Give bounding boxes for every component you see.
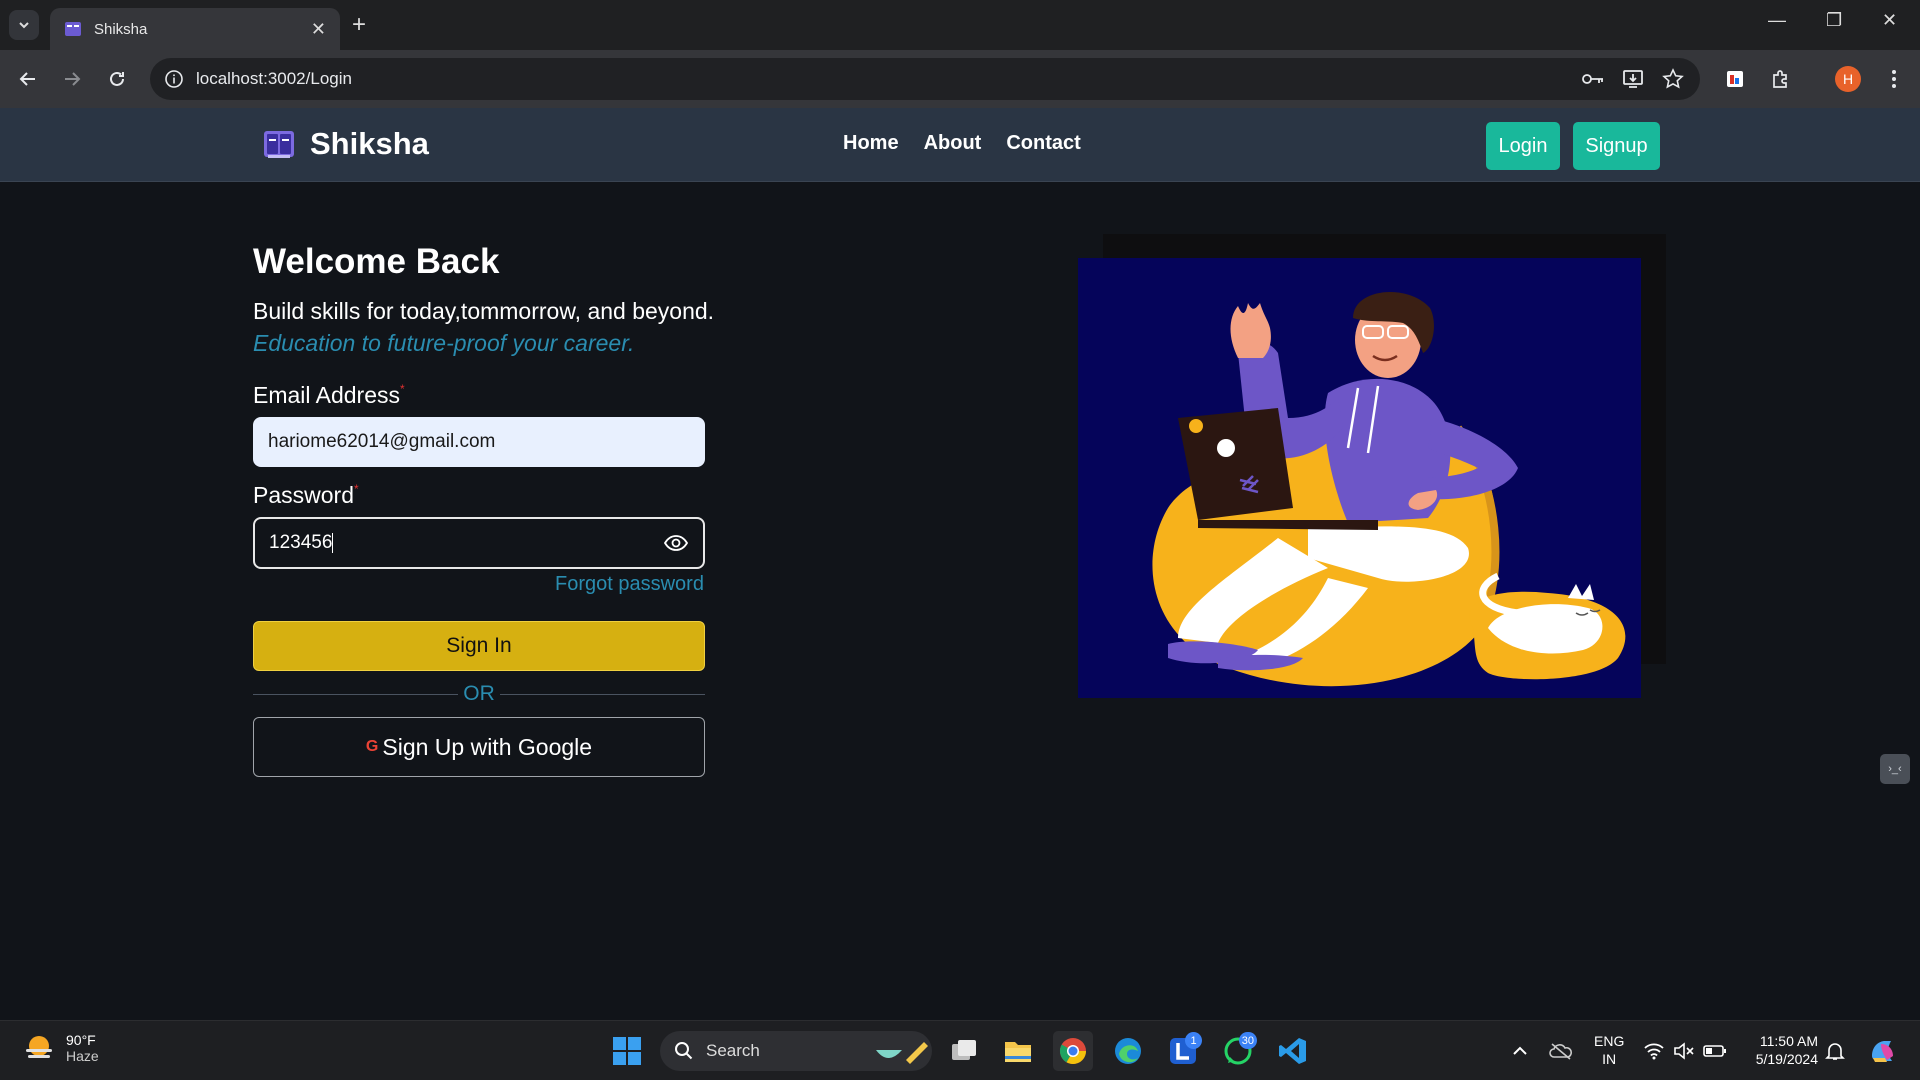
profile-avatar[interactable]: H: [1833, 64, 1863, 94]
password-text: 123456: [269, 532, 333, 553]
tab-search-button[interactable]: [9, 10, 39, 40]
copilot-icon[interactable]: [1862, 1031, 1902, 1071]
language-indicator[interactable]: ENG IN: [1594, 1032, 1624, 1068]
email-field[interactable]: hariome62014@gmail.com: [253, 417, 705, 467]
text-caret: [332, 532, 334, 553]
battery-icon[interactable]: [1695, 1031, 1735, 1071]
nav-home-link[interactable]: Home: [843, 132, 899, 155]
file-explorer-icon[interactable]: [998, 1031, 1038, 1071]
login-button[interactable]: Login: [1486, 122, 1560, 170]
search-icon: [675, 1042, 693, 1060]
side-panel-toggle[interactable]: ›_‹: [1880, 754, 1910, 784]
back-button[interactable]: [13, 64, 43, 94]
onedrive-icon[interactable]: [1541, 1031, 1581, 1071]
weather-text: 90°F Haze: [66, 1032, 99, 1064]
weather-widget[interactable]: 90°F Haze: [22, 1031, 99, 1065]
subtitle: Build skills for today,tommorrow, and be…: [253, 298, 715, 324]
divider-line: [499, 693, 705, 695]
puzzle-extensions-icon[interactable]: [1766, 64, 1796, 94]
install-app-icon[interactable]: [1620, 66, 1646, 92]
notification-badge: 30: [1238, 1032, 1257, 1049]
search-label: Search: [706, 1041, 760, 1060]
divider-line: [253, 693, 459, 695]
site-navbar: Shiksha Home About Contact Login Signup: [0, 108, 1920, 182]
signup-button[interactable]: Signup: [1573, 122, 1660, 170]
nav-links: Home About Contact: [843, 132, 1081, 155]
required-mark: *: [353, 482, 359, 496]
student-on-beanbag-illustration: [1152, 291, 1626, 687]
eye-icon[interactable]: [663, 530, 689, 556]
book-logo-icon: [264, 131, 294, 158]
brand-name: Shiksha: [310, 126, 429, 161]
google-icon: G: [365, 738, 379, 755]
forward-button[interactable]: [57, 64, 87, 94]
site-info-icon[interactable]: [164, 69, 184, 89]
reload-button[interactable]: [102, 64, 132, 94]
browser-tab[interactable]: Shiksha ✕: [50, 8, 340, 50]
tab-title: Shiksha: [94, 20, 148, 38]
sign-in-button[interactable]: Sign In: [253, 621, 705, 671]
windows-logo-icon: [613, 1037, 641, 1065]
chrome-icon[interactable]: [1053, 1031, 1093, 1071]
password-field[interactable]: 123456: [253, 517, 705, 569]
extension-icon[interactable]: [1720, 64, 1750, 94]
notification-bell-icon[interactable]: [1815, 1031, 1855, 1071]
tagline: Education to future-proof your career.: [253, 330, 635, 356]
arrow-left-icon: [19, 72, 35, 86]
google-signup-label: Sign Up with Google: [382, 733, 593, 760]
tab-close-icon[interactable]: ✕: [311, 19, 326, 40]
vscode-icon[interactable]: [1273, 1031, 1313, 1071]
profile-initial: H: [1835, 66, 1861, 92]
close-window-button[interactable]: ✕: [1882, 10, 1897, 31]
haze-sun-icon: [26, 1036, 52, 1058]
browser-tab-bar: Shiksha ✕ + — ❐ ✕: [0, 0, 1920, 50]
password-key-icon[interactable]: [1580, 66, 1606, 92]
browser-toolbar: localhost:3002/Login H: [0, 50, 1920, 108]
arrow-right-icon: [65, 72, 81, 86]
l-app-icon[interactable]: 1: [1163, 1031, 1203, 1071]
google-signup-button[interactable]: G Sign Up with Google: [253, 717, 705, 777]
start-button[interactable]: [607, 1031, 647, 1071]
browser-menu-icon[interactable]: [1879, 64, 1909, 94]
chevron-down-icon: [19, 22, 29, 29]
or-text: OR: [463, 682, 495, 705]
windows-taskbar: 90°F Haze Search 1 30 ENG IN 11:50 AM 5/…: [0, 1020, 1920, 1080]
email-label: Email Address*: [253, 382, 405, 409]
email-label-text: Email Address: [253, 382, 401, 408]
notification-badge: 1: [1185, 1032, 1202, 1049]
minimize-button[interactable]: —: [1768, 10, 1786, 31]
region-code: IN: [1602, 1051, 1617, 1067]
brand[interactable]: Shiksha: [262, 126, 429, 162]
password-label-text: Password: [253, 482, 354, 508]
url-text[interactable]: localhost:3002/Login: [196, 69, 1580, 89]
whatsapp-icon[interactable]: 30: [1218, 1031, 1258, 1071]
show-hidden-icons[interactable]: [1500, 1031, 1540, 1071]
clock[interactable]: 11:50 AM 5/19/2024: [1742, 1032, 1818, 1068]
book-favicon-icon: [65, 22, 81, 36]
temperature: 90°F: [66, 1032, 96, 1048]
nav-contact-link[interactable]: Contact: [1006, 132, 1080, 155]
login-page: Welcome Back Build skills for today,tomm…: [0, 182, 1920, 1020]
restore-button[interactable]: ❐: [1826, 10, 1842, 31]
date-text: 5/19/2024: [1755, 1051, 1818, 1067]
page-title: Welcome Back: [253, 242, 500, 281]
search-highlight-icon: [876, 1042, 928, 1064]
time-text: 11:50 AM: [1759, 1033, 1818, 1049]
hero-illustration: [1078, 258, 1641, 698]
language-code: ENG: [1594, 1033, 1625, 1049]
reload-icon: [110, 71, 124, 86]
task-view-icon[interactable]: [944, 1031, 984, 1071]
password-value: 123456: [269, 532, 663, 554]
bookmark-star-icon[interactable]: [1660, 66, 1686, 92]
edge-icon[interactable]: [1108, 1031, 1148, 1071]
password-label: Password*: [253, 482, 359, 509]
address-bar[interactable]: localhost:3002/Login: [150, 58, 1700, 100]
new-tab-button[interactable]: +: [352, 11, 366, 39]
nav-about-link[interactable]: About: [924, 132, 982, 155]
or-divider: OR: [253, 679, 705, 709]
taskbar-search[interactable]: Search: [660, 1031, 932, 1071]
forgot-password-link[interactable]: Forgot password: [555, 573, 704, 596]
weather-condition: Haze: [66, 1048, 99, 1064]
required-mark: *: [400, 382, 405, 396]
